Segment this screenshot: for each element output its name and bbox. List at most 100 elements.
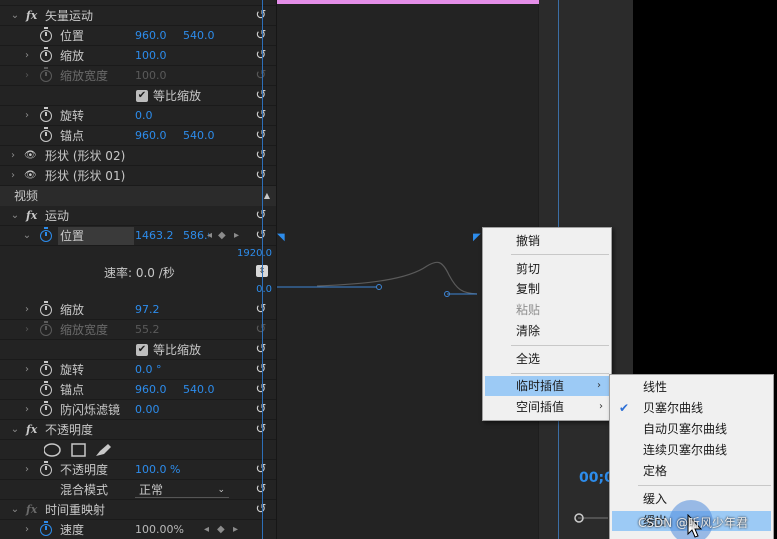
keyframe-marker-icon[interactable]: ◥ bbox=[277, 232, 285, 243]
next-keyframe-icon[interactable]: ▸ bbox=[233, 520, 238, 539]
reset-icon[interactable]: ↺ bbox=[254, 480, 268, 500]
menu-item-select-all[interactable]: 全选 bbox=[483, 349, 611, 369]
reset-icon[interactable]: ↺ bbox=[254, 380, 268, 400]
submenu-item-auto-bezier[interactable]: 自动贝塞尔曲线 bbox=[610, 419, 773, 439]
submenu-item-continuous-bezier[interactable]: 连续贝塞尔曲线 bbox=[610, 440, 773, 460]
anchor-x-value[interactable]: 960.0 bbox=[135, 126, 167, 146]
chevron-right-icon[interactable]: › bbox=[22, 106, 32, 126]
chevron-right-icon[interactable]: › bbox=[8, 146, 18, 166]
prev-keyframe-icon[interactable]: ◂ bbox=[204, 520, 209, 539]
shape-02-row[interactable]: › 👁 形状 (形状 02) ↺ bbox=[0, 146, 276, 166]
chevron-down-icon[interactable]: ⌄ bbox=[10, 6, 20, 26]
speed-value[interactable]: 100.00% bbox=[135, 520, 184, 539]
fx-icon[interactable]: fx bbox=[26, 500, 37, 520]
chevron-right-icon[interactable]: › bbox=[22, 460, 32, 480]
motion-row[interactable]: ⌄ fx 运动 ↺ bbox=[0, 206, 276, 226]
pen-mask-icon[interactable] bbox=[96, 444, 111, 456]
rotation-value[interactable]: 0.0 ° bbox=[135, 360, 162, 380]
chevron-right-icon[interactable]: › bbox=[22, 400, 32, 420]
ellipse-mask-icon[interactable] bbox=[44, 443, 61, 457]
reset-icon[interactable]: ↺ bbox=[254, 360, 268, 380]
collapse-up-icon[interactable]: ▲ bbox=[264, 186, 270, 206]
vector-motion-row[interactable]: ⌄ fx 矢量运动 ↺ bbox=[0, 6, 276, 26]
reset-icon[interactable]: ↺ bbox=[254, 6, 268, 26]
reset-icon[interactable]: ↺ bbox=[254, 86, 268, 106]
chevron-down-icon[interactable]: ⌄ bbox=[10, 500, 20, 520]
fx-icon[interactable]: fx bbox=[26, 420, 37, 440]
fx-icon[interactable]: fx bbox=[26, 206, 37, 226]
eye-icon[interactable]: 👁 bbox=[24, 166, 37, 186]
shape-01-row[interactable]: › 👁 形状 (形状 01) ↺ bbox=[0, 166, 276, 186]
menu-item-clear[interactable]: 清除 bbox=[483, 321, 611, 341]
position-x-value[interactable]: 960.0 bbox=[135, 26, 167, 46]
uniform-scale-checkbox[interactable]: ✔ bbox=[136, 344, 148, 356]
chevron-right-icon[interactable]: › bbox=[22, 360, 32, 380]
reset-icon[interactable]: ↺ bbox=[254, 460, 268, 480]
opacity-row[interactable]: ⌄ fx 不透明度 ↺ bbox=[0, 420, 276, 440]
next-keyframe-icon[interactable]: ▸ bbox=[234, 226, 239, 246]
anchor-y-value[interactable]: 540.0 bbox=[183, 380, 215, 400]
reset-icon[interactable]: ↺ bbox=[254, 300, 268, 320]
menu-item-copy[interactable]: 复制 bbox=[483, 279, 611, 299]
chevron-down-icon[interactable]: ⌄ bbox=[10, 420, 20, 440]
opacity-value[interactable]: 100.0 % bbox=[135, 460, 180, 480]
stopwatch-icon[interactable] bbox=[40, 361, 52, 376]
stopwatch-icon[interactable] bbox=[40, 301, 52, 316]
reset-icon[interactable]: ↺ bbox=[254, 400, 268, 420]
menu-item-temporal-interpolation[interactable]: 临时插值 › bbox=[485, 376, 609, 396]
submenu-item-linear[interactable]: 线性 bbox=[610, 377, 773, 397]
stopwatch-icon[interactable] bbox=[40, 381, 52, 396]
reset-icon[interactable]: ↺ bbox=[254, 46, 268, 66]
fx-icon[interactable]: fx bbox=[26, 6, 37, 26]
rectangle-mask-icon[interactable] bbox=[71, 443, 86, 457]
clip-bar[interactable] bbox=[277, 0, 539, 4]
chevron-right-icon[interactable]: › bbox=[22, 46, 32, 66]
submenu-item-bezier[interactable]: ✔ 贝塞尔曲线 bbox=[610, 398, 773, 418]
chevron-right-icon[interactable]: › bbox=[22, 520, 32, 539]
anchor-x-value[interactable]: 960.0 bbox=[135, 380, 167, 400]
chevron-right-icon[interactable]: › bbox=[8, 166, 18, 186]
chevron-down-icon[interactable]: ⌄ bbox=[22, 226, 32, 246]
reset-icon[interactable]: ↺ bbox=[254, 26, 268, 46]
stopwatch-icon[interactable] bbox=[40, 47, 52, 62]
reset-icon[interactable]: ↺ bbox=[254, 420, 268, 440]
scale-value[interactable]: 97.2 bbox=[135, 300, 160, 320]
stopwatch-icon[interactable] bbox=[40, 227, 52, 242]
stopwatch-icon[interactable] bbox=[40, 127, 52, 142]
reset-icon[interactable]: ↺ bbox=[254, 166, 268, 186]
time-remap-row[interactable]: ⌄ fx 时间重映射 ↺ bbox=[0, 500, 276, 520]
submenu-item-hold[interactable]: 定格 bbox=[610, 461, 773, 481]
menu-item-undo[interactable]: 撤销 bbox=[483, 231, 611, 251]
position-y-value[interactable]: 586.6 bbox=[183, 226, 209, 246]
bezier-handle[interactable] bbox=[376, 284, 382, 290]
position-y-value[interactable]: 540.0 bbox=[183, 26, 215, 46]
reset-icon[interactable]: ↺ bbox=[254, 500, 268, 520]
chevron-down-icon[interactable]: ⌄ bbox=[10, 206, 20, 226]
video-section-header[interactable]: 视频 ▲ bbox=[0, 186, 276, 206]
reset-icon[interactable]: ↺ bbox=[254, 106, 268, 126]
menu-item-spatial-interpolation[interactable]: 空间插值 › bbox=[483, 397, 611, 417]
menu-item-cut[interactable]: 剪切 bbox=[483, 259, 611, 279]
rotation-value[interactable]: 0.0 bbox=[135, 106, 153, 126]
add-keyframe-icon[interactable]: ◆ bbox=[218, 226, 226, 246]
add-keyframe-icon[interactable]: ◆ bbox=[217, 520, 225, 539]
scale-value[interactable]: 100.0 bbox=[135, 46, 167, 66]
stopwatch-icon[interactable] bbox=[40, 107, 52, 122]
eye-icon[interactable]: 👁 bbox=[24, 146, 37, 166]
reset-icon[interactable]: ↺ bbox=[254, 126, 268, 146]
stopwatch-icon[interactable] bbox=[40, 27, 52, 42]
reset-icon[interactable]: ↺ bbox=[254, 340, 268, 360]
stopwatch-icon[interactable] bbox=[40, 401, 52, 416]
uniform-scale-checkbox[interactable]: ✔ bbox=[136, 90, 148, 102]
anchor-y-value[interactable]: 540.0 bbox=[183, 126, 215, 146]
stopwatch-icon[interactable] bbox=[40, 521, 52, 536]
antiflicker-value[interactable]: 0.00 bbox=[135, 400, 160, 420]
prev-keyframe-icon[interactable]: ◂ bbox=[207, 226, 212, 246]
blend-mode-select[interactable]: 正常 ⌄ bbox=[135, 482, 229, 498]
keyframe-marker-icon[interactable]: ◤ bbox=[473, 232, 481, 243]
chevron-right-icon[interactable]: › bbox=[22, 300, 32, 320]
playhead-line[interactable] bbox=[262, 0, 263, 539]
reset-icon[interactable]: ↺ bbox=[254, 146, 268, 166]
playhead-scrubber[interactable] bbox=[574, 512, 608, 524]
stopwatch-icon[interactable] bbox=[40, 461, 52, 476]
